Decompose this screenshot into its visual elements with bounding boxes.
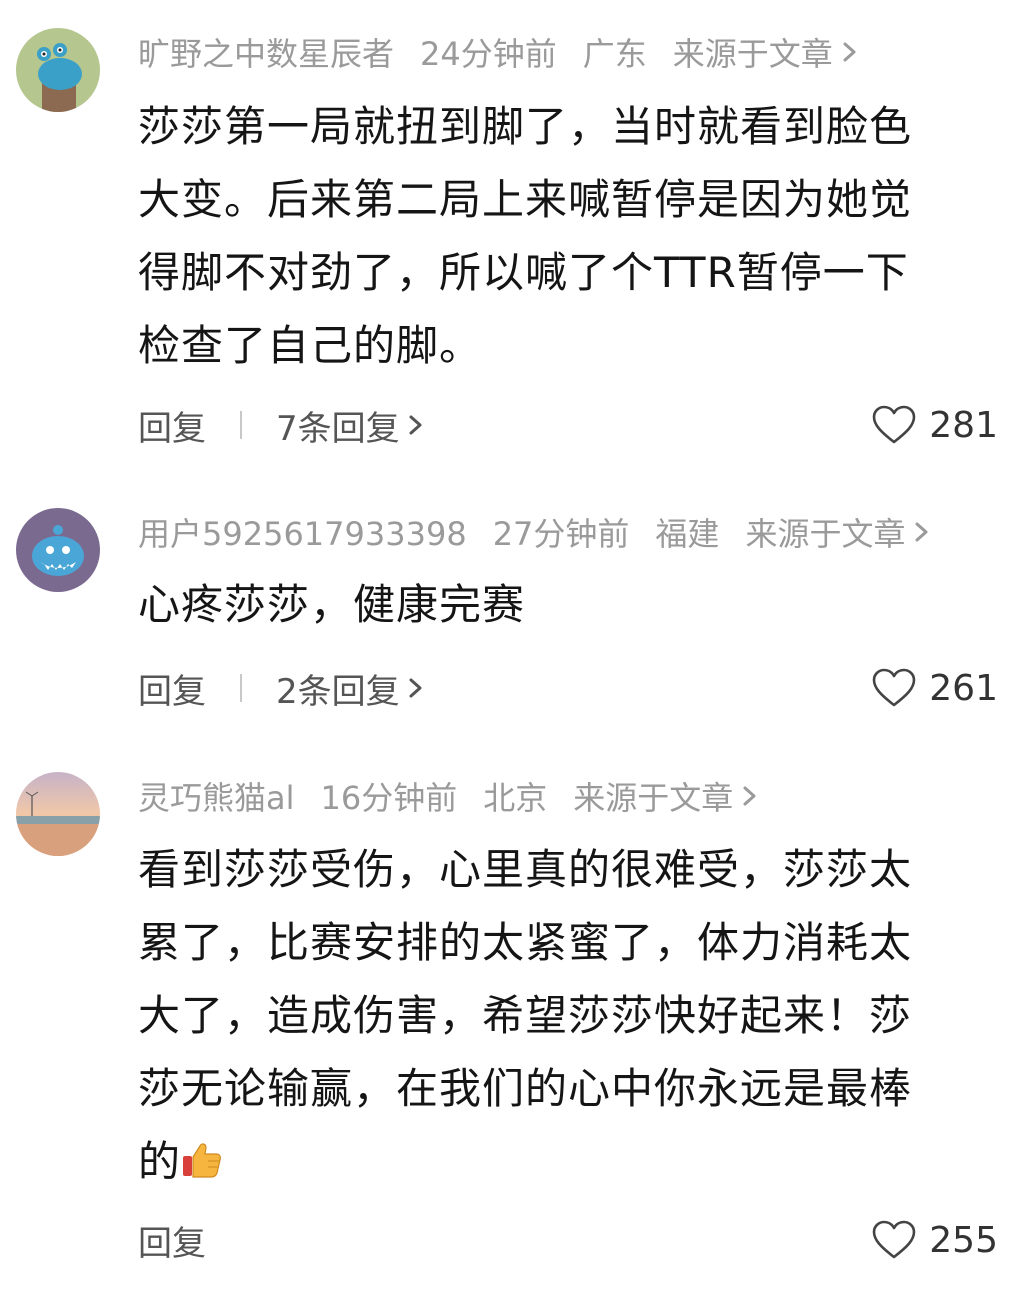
comment-line: 检查了自己的脚。: [138, 321, 483, 370]
like-count: 255: [929, 1219, 998, 1261]
comment-text: 心疼莎莎，健康完赛: [138, 568, 1008, 641]
comment-line: 看到莎莎受伤，心里真的很难受，莎莎太: [138, 845, 913, 894]
comment-line: 莎无论输赢，在我们的心中你永远是最棒: [138, 1064, 913, 1113]
timestamp: 24分钟前: [420, 35, 557, 73]
reply-button[interactable]: 回复: [138, 664, 206, 713]
reply-button[interactable]: 回复: [138, 1216, 206, 1265]
chevron-right-icon: [843, 42, 856, 62]
thumbs-up-icon: [183, 1143, 221, 1178]
cartoon-creature-avatar-icon: [16, 28, 100, 112]
comment-meta: 用户5925617933398 27分钟前 福建 来源于文章: [138, 510, 1016, 554]
chevron-right-icon: [743, 786, 756, 806]
avatar[interactable]: [16, 508, 100, 592]
comment-line: 大变。后来第二局上来喊暂停是因为她觉: [138, 175, 913, 224]
sunset-beach-avatar-icon: [16, 772, 100, 856]
timestamp: 16分钟前: [320, 779, 458, 817]
comment-actions: 回复 255: [138, 1215, 998, 1265]
heart-icon: [872, 1220, 916, 1259]
location: 北京: [483, 779, 548, 817]
timestamp: 27分钟前: [492, 515, 630, 553]
comment-line: 得脚不对劲了，所以喊了个TTR暂停一下: [138, 248, 909, 297]
chevron-right-icon: [409, 678, 422, 698]
username[interactable]: 用户5925617933398: [138, 509, 467, 555]
blue-monster-avatar-icon: [16, 508, 100, 592]
comment-text: 看到莎莎受伤，心里真的很难受，莎莎太 累了，比赛安排的太紧蜜了，体力消耗太 大了…: [138, 833, 1008, 1198]
comment-actions: 回复 2条回复 261: [138, 663, 998, 713]
heart-icon: [872, 668, 916, 707]
comment-line: 莎莎第一局就扭到脚了，当时就看到脸色: [138, 102, 913, 151]
like-count: 281: [929, 404, 998, 446]
comment-line: 累了，比赛安排的太紧蜜了，体力消耗太: [138, 918, 913, 967]
comment-meta: 旷野之中数星辰者 24分钟前 广东 来源于文章: [138, 30, 1016, 74]
comment-line: 大了，造成伤害，希望莎莎快好起来！莎: [138, 991, 913, 1040]
comment-meta: 灵巧熊猫al 16分钟前 北京 来源于文章: [138, 774, 1016, 818]
comment-text: 莎莎第一局就扭到脚了，当时就看到脸色 大变。后来第二局上来喊暂停是因为她觉 得脚…: [138, 90, 1008, 382]
replies-count: 2条回复: [276, 671, 400, 712]
username[interactable]: 旷野之中数星辰者: [138, 29, 394, 75]
view-replies-button[interactable]: 7条回复: [276, 401, 426, 450]
location: 福建: [655, 515, 720, 553]
reply-button[interactable]: 回复: [138, 401, 206, 450]
location: 广东: [582, 35, 647, 73]
divider: [240, 411, 242, 439]
like-button[interactable]: 281: [871, 404, 998, 446]
comment-line: 心疼莎莎，健康完赛: [138, 580, 526, 629]
source-link[interactable]: 来源于文章: [673, 29, 833, 75]
comment-actions: 回复 7条回复 281: [138, 400, 998, 450]
heart-icon: [872, 405, 916, 444]
comment-line-text: 的: [138, 1137, 182, 1186]
replies-count: 7条回复: [276, 408, 400, 449]
username[interactable]: 灵巧熊猫al: [138, 773, 295, 819]
view-replies-button[interactable]: 2条回复: [276, 664, 426, 713]
chevron-right-icon: [915, 522, 928, 542]
avatar[interactable]: [16, 28, 100, 112]
source-link[interactable]: 来源于文章: [745, 509, 905, 555]
like-count: 261: [929, 667, 998, 709]
divider: [240, 674, 242, 702]
avatar[interactable]: [16, 772, 100, 856]
chevron-right-icon: [409, 415, 422, 435]
like-button[interactable]: 261: [871, 667, 998, 709]
source-link[interactable]: 来源于文章: [573, 773, 733, 819]
comment-line: 的: [138, 1125, 1008, 1198]
like-button[interactable]: 255: [871, 1219, 998, 1261]
